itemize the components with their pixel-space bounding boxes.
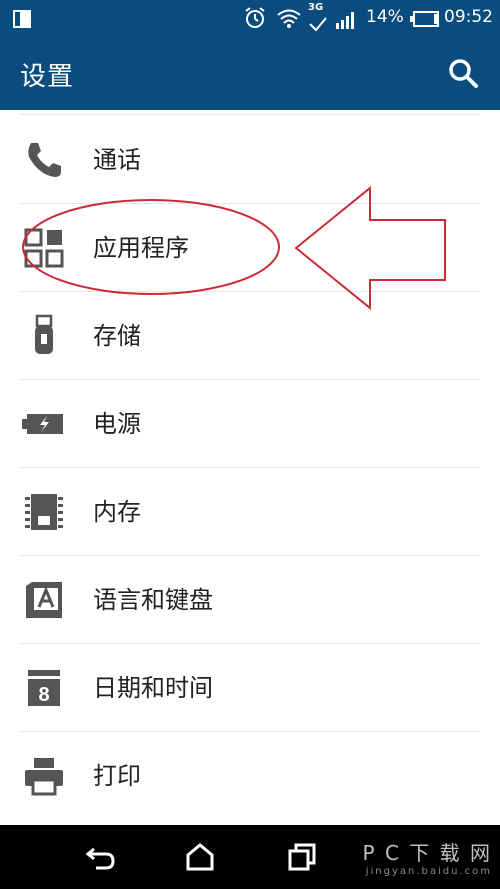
battery-percent: 14% xyxy=(366,7,404,27)
search-icon[interactable] xyxy=(446,56,480,90)
watermark: P C 下 载 网 jingyan.baidu.com xyxy=(363,837,492,877)
phone-icon xyxy=(28,143,61,177)
clock: 09:52 xyxy=(444,7,493,27)
battery-icon xyxy=(410,11,439,27)
home-icon[interactable] xyxy=(180,837,220,877)
printer-icon xyxy=(25,758,63,796)
settings-item-apps[interactable]: 应用程序 xyxy=(0,204,500,292)
watermark-text: P C 下 载 网 xyxy=(362,841,492,865)
apps-grid-icon xyxy=(24,228,64,268)
svg-text:8: 8 xyxy=(38,684,49,706)
usb-storage-icon xyxy=(35,314,53,354)
settings-item-label: 语言和键盘 xyxy=(93,586,213,614)
status-bar: 3G 14% 09:52 xyxy=(0,0,500,38)
signal-icon xyxy=(336,12,354,29)
settings-item-label: 应用程序 xyxy=(93,234,189,262)
network-type-icon: 3G xyxy=(308,2,328,32)
recent-apps-icon[interactable] xyxy=(282,837,322,877)
settings-item-call[interactable]: 通话 xyxy=(0,116,500,204)
app-bar: 设置 xyxy=(0,38,500,110)
settings-item-power[interactable]: 电源 xyxy=(0,380,500,468)
battery-charging-icon xyxy=(22,414,63,434)
settings-item-label: 存储 xyxy=(93,322,141,350)
settings-item-memory[interactable]: 内存 xyxy=(0,468,500,556)
settings-item-label: 通话 xyxy=(93,146,141,174)
settings-item-label: 打印 xyxy=(93,762,141,790)
wifi-icon xyxy=(277,9,301,28)
memory-chip-icon xyxy=(25,494,63,530)
settings-item-storage[interactable]: 存储 xyxy=(0,292,500,380)
alarm-icon xyxy=(245,7,265,28)
dual-window-icon xyxy=(13,10,31,28)
settings-item-label: 电源 xyxy=(93,410,141,438)
settings-item-label: 日期和时间 xyxy=(93,674,213,702)
settings-list: 通话 应用程序 存储 电源 内存 语言和键盘 8 日期和时间 打印 xyxy=(0,110,500,825)
settings-item-print[interactable]: 打印 xyxy=(0,732,500,820)
navigation-bar: P C 下 载 网 jingyan.baidu.com xyxy=(0,825,500,889)
settings-item-date-time[interactable]: 8 日期和时间 xyxy=(0,644,500,732)
settings-item-language-keyboard[interactable]: 语言和键盘 xyxy=(0,556,500,644)
language-keyboard-icon xyxy=(26,582,62,618)
watermark-domain: jingyan.baidu.com xyxy=(365,866,492,877)
back-icon[interactable] xyxy=(80,837,120,877)
network-type: 3G xyxy=(308,2,324,13)
page-title: 设置 xyxy=(20,62,75,92)
settings-item-label: 内存 xyxy=(93,498,141,526)
calendar-icon: 8 xyxy=(28,670,60,706)
